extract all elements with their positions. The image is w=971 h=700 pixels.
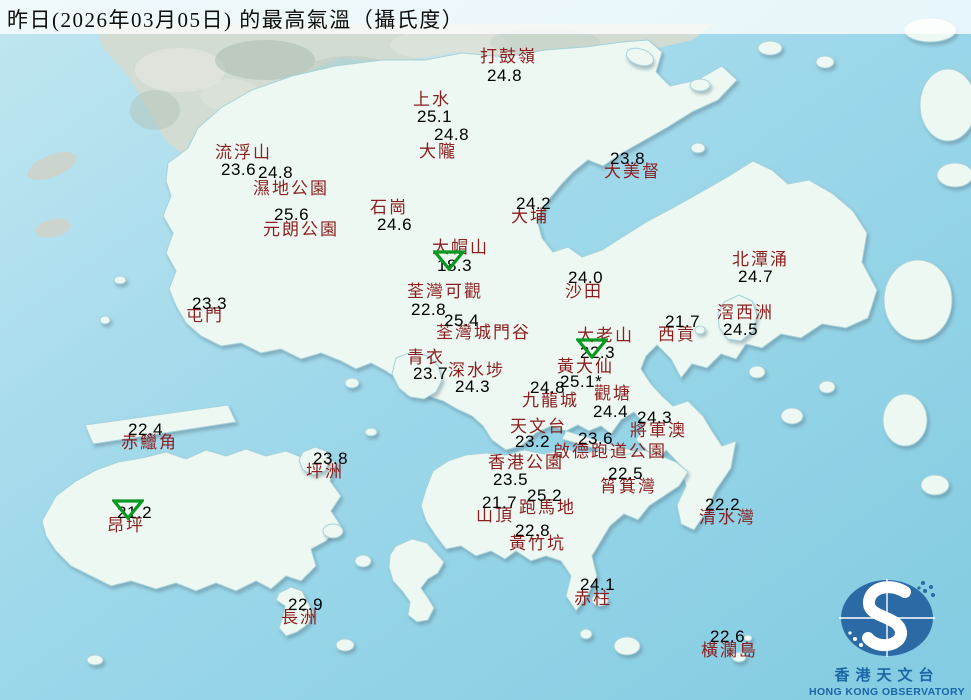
station-value: 25.2	[527, 486, 563, 505]
station-name: 上水	[413, 90, 451, 109]
station-value: 24.3	[455, 377, 491, 396]
station-value: 24.0	[568, 268, 604, 287]
station-value: 23.6	[221, 160, 257, 179]
station-value: 24.7	[738, 267, 774, 286]
station-value: 24.4	[593, 402, 629, 421]
station-name: 流浮山	[215, 143, 272, 162]
station-value: 25.4	[444, 311, 480, 330]
station-value: 24.8	[530, 378, 566, 397]
station-name: 滘西洲	[717, 303, 774, 322]
station-name: 石崗	[370, 198, 408, 217]
hko-temperature-map-page: 打鼓嶺 24.8 上水 25.1 大隴 24.8 流浮山 23.6 濕地公園 24.8 大美督 23.…	[0, 0, 971, 700]
station-value: 22.8	[411, 300, 447, 319]
station-value: 24.8	[434, 125, 470, 144]
record-triangle-icon	[110, 499, 146, 521]
station-value: 22.8	[515, 521, 551, 540]
record-triangle-icon	[431, 250, 467, 272]
record-triangle-icon	[574, 338, 610, 360]
hko-logo-text-chinese: 香港天文台	[834, 667, 940, 684]
hko-logo-text-english: HONG KONG OBSERVATORY	[809, 686, 965, 698]
station-value: 22.9	[288, 595, 324, 614]
station-name: 荃灣可觀	[407, 282, 483, 301]
station-value: 25.6	[274, 205, 310, 224]
station-value: 24.1	[580, 575, 616, 594]
station-value: 22.6	[710, 627, 746, 646]
station-value: 23.8	[313, 449, 349, 468]
station-value: 21.7	[482, 493, 518, 512]
station-name: 香港公園	[488, 453, 564, 472]
station-value: 23.8	[610, 149, 646, 168]
station-value: 24.2	[516, 194, 552, 213]
station-value: 23.3	[192, 294, 228, 313]
station-name: 觀塘	[594, 384, 632, 403]
station-value: 21.7	[665, 312, 701, 331]
hko-logo: 香港天文台 HONG KONG OBSERVATORY	[807, 577, 967, 698]
station-value: 23.7	[413, 364, 449, 383]
station-value: 23.6	[578, 429, 614, 448]
station-value: 22.4	[128, 420, 164, 439]
map-title: 昨日(2026年03月05日) 的最高氣溫（攝氏度）	[7, 8, 465, 32]
station-value: 24.6	[377, 215, 413, 234]
station-value: 22.2	[705, 495, 741, 514]
hko-emblem-icon	[839, 579, 935, 657]
station-value: 22.5	[608, 464, 644, 483]
station-value: 24.3	[637, 408, 673, 427]
station-value: 25.1	[417, 107, 453, 126]
station-value: 23.5	[493, 470, 529, 489]
station-value: 24.8	[258, 163, 294, 182]
station-name: 打鼓嶺	[480, 47, 537, 66]
station-value: 24.8	[487, 66, 523, 85]
station-value: 23.2	[515, 432, 551, 451]
station-name: 北潭涌	[732, 250, 789, 269]
station-value: 24.5	[723, 320, 759, 339]
station-name: 大隴	[419, 142, 457, 161]
title-bar: 昨日(2026年03月05日) 的最高氣溫（攝氏度）	[0, 0, 971, 34]
station-name: 濕地公園	[253, 179, 329, 198]
